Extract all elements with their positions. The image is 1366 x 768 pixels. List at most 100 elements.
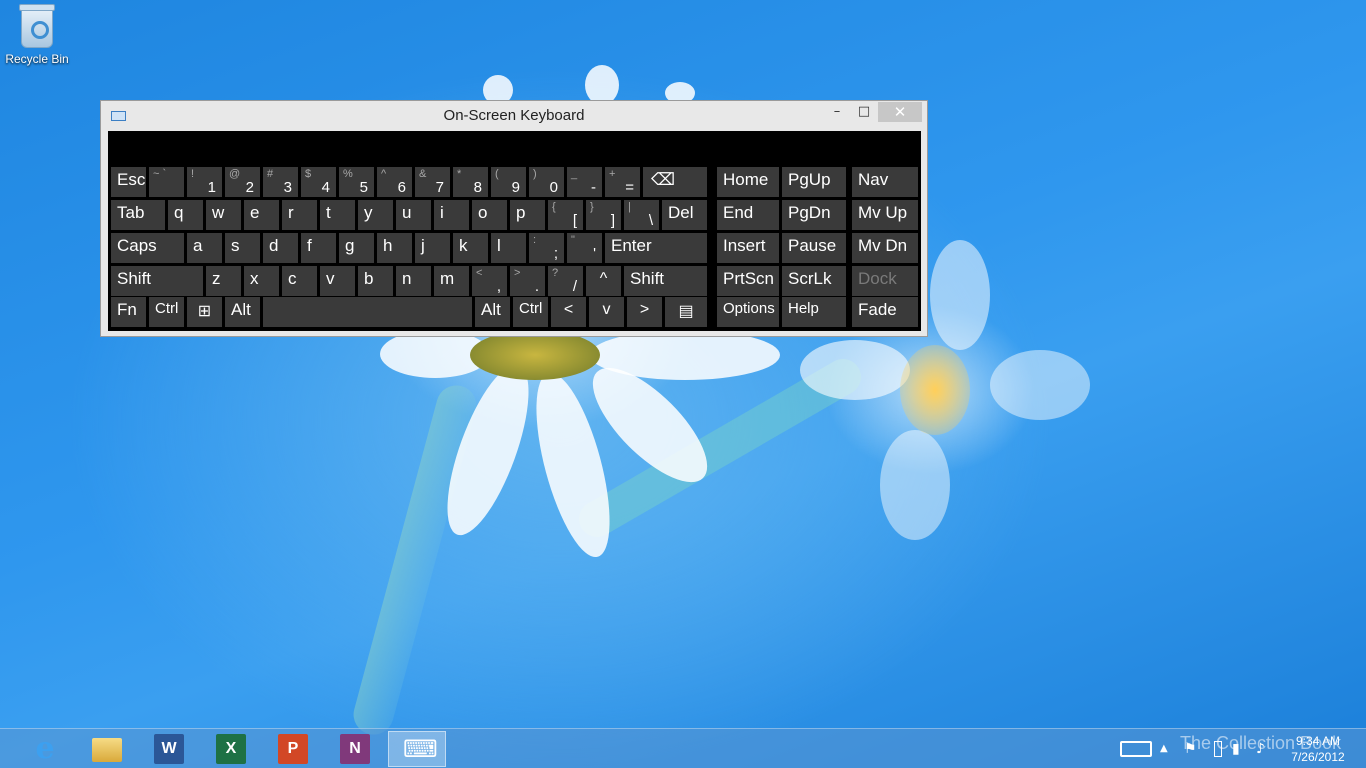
key-up-arrow[interactable]: ^ xyxy=(586,266,621,296)
taskbar-app-file-explorer[interactable] xyxy=(78,731,136,767)
onenote-icon: N xyxy=(340,734,370,764)
key-0[interactable]: ) 0 xyxy=(529,167,564,197)
key-slash[interactable]: ? / xyxy=(548,266,583,296)
touch-keyboard-tray-button[interactable] xyxy=(1118,729,1154,768)
key-g[interactable]: g xyxy=(339,233,374,263)
key-dock[interactable]: Dock xyxy=(852,266,918,296)
key-backslash[interactable]: | \ xyxy=(624,200,659,230)
key-o[interactable]: o xyxy=(472,200,507,230)
key-nav[interactable]: Nav xyxy=(852,167,918,197)
key-space[interactable] xyxy=(263,297,472,327)
touch-keyboard-icon xyxy=(1120,741,1152,757)
key-q[interactable]: q xyxy=(168,200,203,230)
key-pgdn[interactable]: PgDn xyxy=(782,200,846,230)
on-screen-keyboard-window: On-Screen Keyboard – □ ✕ Esc ~ ` ! 1 @2 #… xyxy=(100,100,928,337)
key-d[interactable]: d xyxy=(263,233,298,263)
key-s[interactable]: s xyxy=(225,233,260,263)
key-shift-left[interactable]: Shift xyxy=(111,266,203,296)
key-i[interactable]: i xyxy=(434,200,469,230)
key-fn[interactable]: Fn xyxy=(111,297,146,327)
key-7[interactable]: & 7 xyxy=(415,167,450,197)
key-options[interactable]: Options xyxy=(717,297,779,327)
key-right-arrow[interactable]: > xyxy=(627,297,662,327)
key-l[interactable]: l xyxy=(491,233,526,263)
key-equals[interactable]: + = xyxy=(605,167,640,197)
key-left-arrow[interactable]: < xyxy=(551,297,586,327)
key-p[interactable]: p xyxy=(510,200,545,230)
taskbar-app-word[interactable]: W xyxy=(140,731,198,767)
key-n[interactable]: n xyxy=(396,266,431,296)
taskbar-app-powerpoint[interactable]: P xyxy=(264,731,322,767)
key-insert[interactable]: Insert xyxy=(717,233,779,263)
key-fade[interactable]: Fade xyxy=(852,297,918,327)
key-windows[interactable]: ⊞ xyxy=(187,297,222,327)
key-b[interactable]: b xyxy=(358,266,393,296)
taskbar-app-onenote[interactable]: N xyxy=(326,731,384,767)
key-home[interactable]: Home xyxy=(717,167,779,197)
key-mv-up[interactable]: Mv Up xyxy=(852,200,918,230)
key-prtscn[interactable]: PrtScn xyxy=(717,266,779,296)
key-backspace[interactable]: ⌫ xyxy=(643,167,707,197)
key-f[interactable]: f xyxy=(301,233,336,263)
minimize-button[interactable]: – xyxy=(824,102,850,122)
key-5[interactable]: % 5 xyxy=(339,167,374,197)
title-bar[interactable]: On-Screen Keyboard – □ ✕ xyxy=(101,101,927,131)
key-caps[interactable]: Caps xyxy=(111,233,184,263)
key-alt-left[interactable]: Alt xyxy=(225,297,260,327)
taskbar-app-internet-explorer[interactable]: e xyxy=(16,731,74,767)
key-alt-right[interactable]: Alt xyxy=(475,297,510,327)
key-a[interactable]: a xyxy=(187,233,222,263)
recycle-bin-shortcut[interactable]: Recycle Bin xyxy=(4,4,70,66)
key-t[interactable]: t xyxy=(320,200,355,230)
key-h[interactable]: h xyxy=(377,233,412,263)
key-z[interactable]: z xyxy=(206,266,241,296)
key-help[interactable]: Help xyxy=(782,297,846,327)
key-down-arrow[interactable]: v xyxy=(589,297,624,327)
key-c[interactable]: c xyxy=(282,266,317,296)
taskbar-app-excel[interactable]: X xyxy=(202,731,260,767)
key-m[interactable]: m xyxy=(434,266,469,296)
key-j[interactable]: j xyxy=(415,233,450,263)
close-button[interactable]: ✕ xyxy=(878,102,922,122)
key-right-bracket[interactable]: }] xyxy=(586,200,621,230)
key-4[interactable]: $4 xyxy=(301,167,336,197)
key-scrlk[interactable]: ScrLk xyxy=(782,266,846,296)
taskbar-app-on-screen-keyboard[interactable]: ⌨ xyxy=(388,731,446,767)
key-y[interactable]: y xyxy=(358,200,393,230)
key-semicolon[interactable]: :; xyxy=(529,233,564,263)
key-pause[interactable]: Pause xyxy=(782,233,846,263)
key-pgup[interactable]: PgUp xyxy=(782,167,846,197)
key-u[interactable]: u xyxy=(396,200,431,230)
key-quote[interactable]: " ' xyxy=(567,233,602,263)
key-end[interactable]: End xyxy=(717,200,779,230)
key-9[interactable]: (9 xyxy=(491,167,526,197)
key-esc[interactable]: Esc xyxy=(111,167,146,197)
key-3[interactable]: #3 xyxy=(263,167,298,197)
key-minus[interactable]: _ - xyxy=(567,167,602,197)
key-v[interactable]: v xyxy=(320,266,355,296)
key-tilde[interactable]: ~ ` xyxy=(149,167,184,197)
key-x[interactable]: x xyxy=(244,266,279,296)
key-left-bracket[interactable]: {[ xyxy=(548,200,583,230)
key-tab[interactable]: Tab xyxy=(111,200,165,230)
key-ctrl-left[interactable]: Ctrl xyxy=(149,297,184,327)
key-8[interactable]: * 8 xyxy=(453,167,488,197)
key-e[interactable]: e xyxy=(244,200,279,230)
key-ctrl-right[interactable]: Ctrl xyxy=(513,297,548,327)
key-r[interactable]: r xyxy=(282,200,317,230)
key-shift-right[interactable]: Shift xyxy=(624,266,707,296)
show-hidden-icons-button[interactable]: ▲ xyxy=(1160,729,1174,768)
left-arrow-icon: < xyxy=(563,301,574,318)
key-comma[interactable]: <, xyxy=(472,266,507,296)
key-menu[interactable]: ▤ xyxy=(665,297,707,327)
maximize-button[interactable]: □ xyxy=(851,102,877,122)
key-mv-dn[interactable]: Mv Dn xyxy=(852,233,918,263)
key-enter[interactable]: Enter xyxy=(605,233,707,263)
key-w[interactable]: w xyxy=(206,200,241,230)
key-del[interactable]: Del xyxy=(662,200,707,230)
key-6[interactable]: ^ 6 xyxy=(377,167,412,197)
key-k[interactable]: k xyxy=(453,233,488,263)
key-period[interactable]: >. xyxy=(510,266,545,296)
key-1[interactable]: ! 1 xyxy=(187,167,222,197)
key-2[interactable]: @2 xyxy=(225,167,260,197)
